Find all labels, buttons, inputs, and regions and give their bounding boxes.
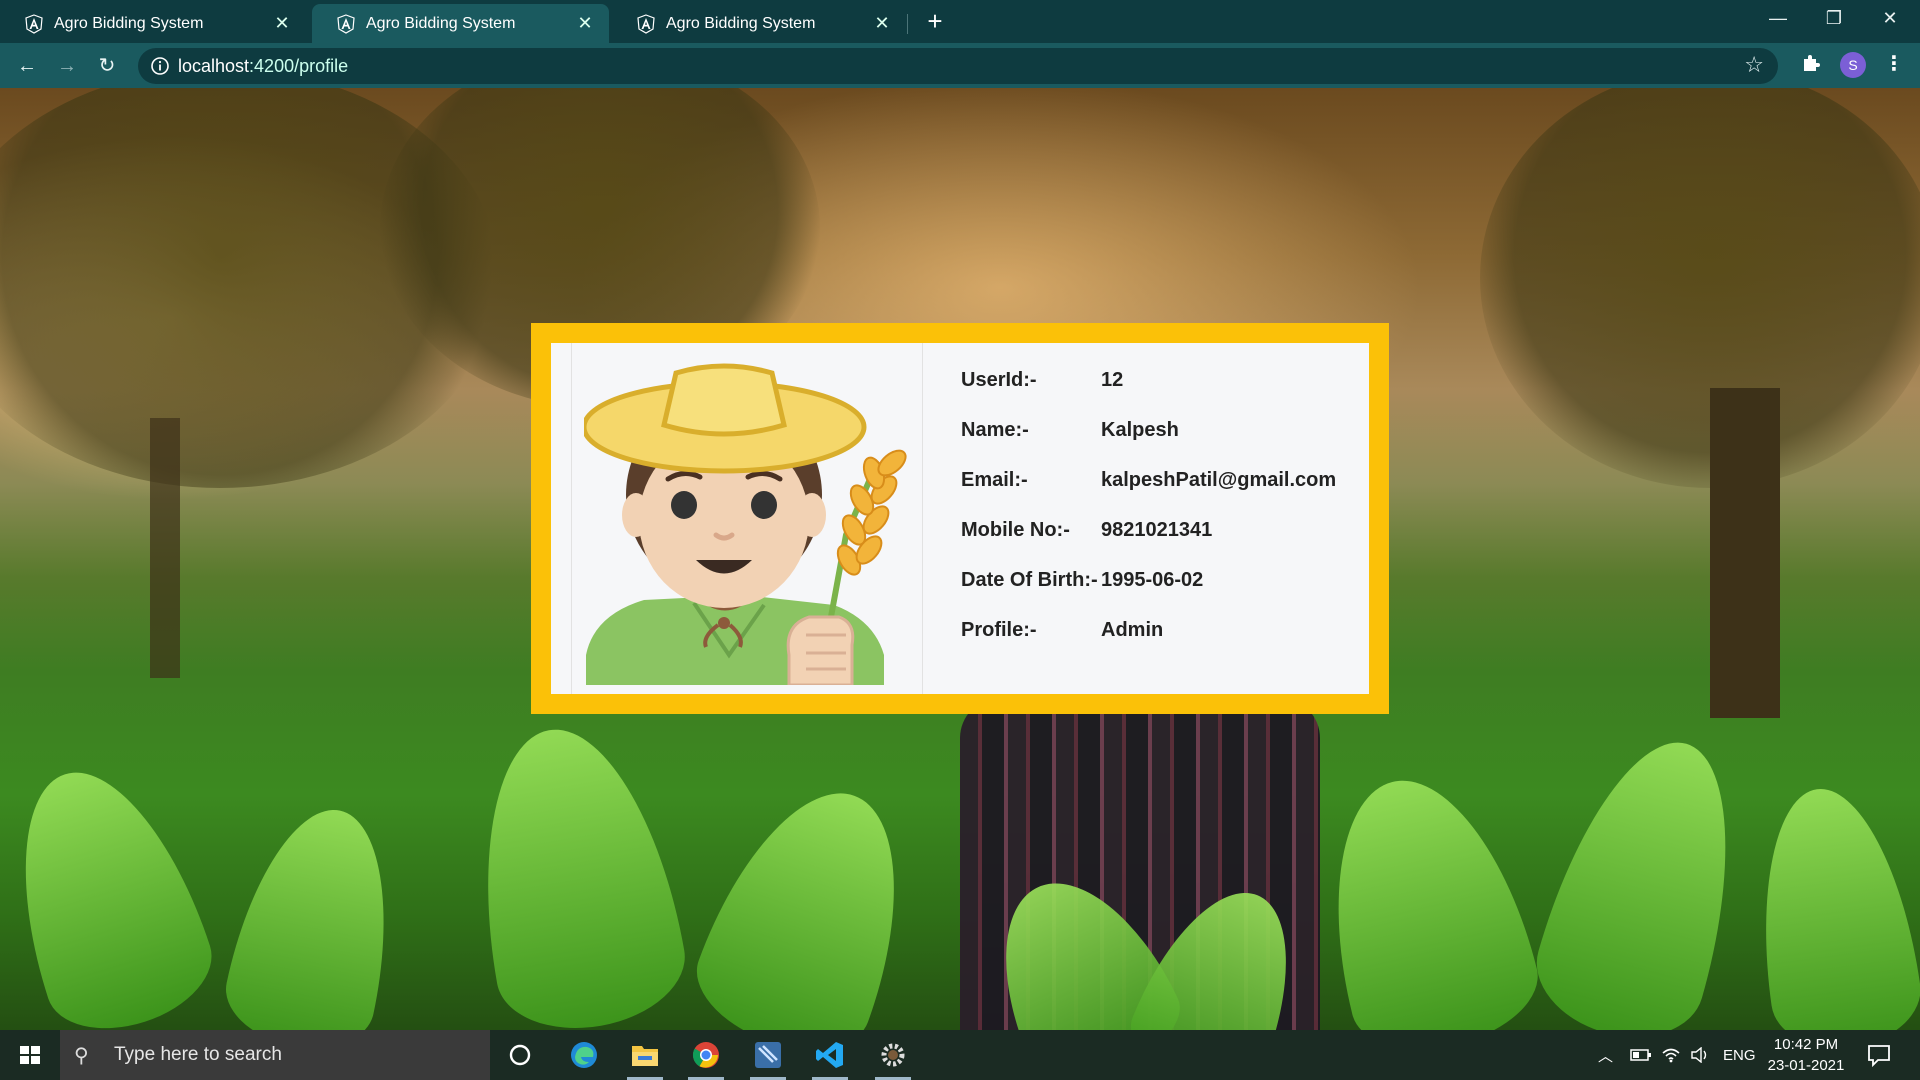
wifi-icon[interactable] [1661, 1030, 1681, 1080]
app-icon[interactable] [748, 1038, 788, 1080]
field-value: 9821021341 [1101, 518, 1213, 541]
foreground-leaf [1521, 720, 1769, 1030]
browser-tab-strip: Agro Bidding System ✕ Agro Bidding Syste… [0, 0, 1920, 43]
search-placeholder: Type here to search [114, 1044, 282, 1065]
minimize-icon[interactable]: — [1750, 0, 1806, 36]
tab-separator [907, 14, 908, 34]
restore-icon[interactable]: ❐ [1806, 0, 1862, 36]
tab-close-icon[interactable]: ✕ [575, 13, 595, 34]
tab-title: Agro Bidding System [666, 14, 816, 32]
field-label: Name:- [961, 418, 1029, 441]
profile-row-dob: Date Of Birth:- 1995-06-02 [961, 555, 1336, 605]
profile-row-email: Email:- kalpeshPatil@gmail.com [961, 455, 1336, 505]
field-label: Email:- [961, 468, 1028, 491]
field-value: 1995-06-02 [1101, 568, 1204, 591]
notification-center-icon[interactable] [1866, 1042, 1892, 1068]
window-close-icon[interactable]: ✕ [1862, 0, 1918, 36]
field-value: Admin [1101, 618, 1164, 641]
profile-details: UserId:- 12 Name:- Kalpesh Email:- kalpe… [961, 355, 1336, 655]
chrome-icon[interactable] [686, 1038, 726, 1080]
url-text: localhost:4200/profile [178, 56, 348, 77]
field-label: Mobile No:- [961, 518, 1070, 541]
file-explorer-icon[interactable] [625, 1038, 665, 1080]
taskbar-search-input[interactable]: ⚲ Type here to search [60, 1030, 490, 1080]
vscode-icon[interactable] [810, 1038, 850, 1080]
browser-tab-3[interactable]: Agro Bidding System ✕ [612, 4, 906, 43]
field-value: Kalpesh [1101, 418, 1179, 441]
foreground-leaf [680, 765, 940, 1030]
edge-icon[interactable] [564, 1038, 604, 1072]
browser-tab-2[interactable]: Agro Bidding System ✕ [312, 4, 609, 43]
back-arrow-icon[interactable]: ← [10, 49, 44, 83]
profile-row-profile: Profile:- Admin [961, 605, 1336, 655]
tray-chevron-up-icon[interactable]: ︿ [1598, 1030, 1613, 1080]
profile-card-body: UserId:- 12 Name:- Kalpesh Email:- kalpe… [551, 343, 1369, 694]
foreground-leaf [1742, 778, 1920, 1030]
tree-trunk [150, 418, 180, 678]
clock-time: 10:42 PM [1773, 1036, 1839, 1053]
url-path: :4200/profile [249, 56, 349, 76]
site-info-icon[interactable] [150, 56, 170, 76]
settings-icon[interactable] [873, 1038, 913, 1080]
profile-row-mobile: Mobile No:- 9821021341 [961, 505, 1336, 555]
field-value: 12 [1101, 368, 1124, 391]
address-bar[interactable]: localhost:4200/profile ☆ [138, 48, 1778, 84]
search-icon: ⚲ [74, 1044, 89, 1067]
background-tree-right [1480, 88, 1920, 488]
profile-avatar-panel [571, 343, 923, 694]
extensions-puzzle-icon[interactable] [1800, 52, 1822, 74]
tab-title: Agro Bidding System [366, 14, 516, 32]
profile-row-name: Name:- Kalpesh [961, 405, 1336, 455]
tab-close-icon[interactable]: ✕ [872, 13, 892, 34]
angular-favicon-icon [25, 13, 43, 34]
browser-tab-1[interactable]: Agro Bidding System ✕ [0, 4, 306, 43]
clock-date: 23-01-2021 [1767, 1057, 1845, 1074]
url-host: localhost [178, 56, 250, 76]
foreground-leaf [1300, 759, 1550, 1030]
taskbar-clock[interactable]: 10:42 PM 23-01-2021 [1756, 1034, 1856, 1076]
field-label: Date Of Birth:- [961, 568, 1098, 591]
foreground-leaf [216, 795, 414, 1030]
reload-icon[interactable]: ↻ [90, 49, 124, 83]
volume-icon[interactable] [1690, 1030, 1710, 1080]
browser-menu-icon[interactable]: ⋮ [1884, 50, 1904, 78]
windows-start-icon[interactable] [0, 1030, 60, 1080]
field-value: kalpeshPatil@gmail.com [1101, 468, 1337, 491]
new-tab-plus-icon[interactable]: + [920, 6, 950, 36]
angular-favicon-icon [337, 13, 355, 34]
cortana-icon[interactable] [500, 1038, 540, 1072]
bookmark-star-icon[interactable]: ☆ [1744, 52, 1764, 78]
field-label: UserId:- [961, 368, 1037, 391]
profile-row-userid: UserId:- 12 [961, 355, 1336, 405]
foreground-leaf [455, 713, 695, 1030]
tab-close-icon[interactable]: ✕ [272, 13, 292, 34]
tab-title: Agro Bidding System [54, 14, 204, 32]
battery-icon[interactable] [1630, 1030, 1652, 1080]
field-label: Profile:- [961, 618, 1037, 641]
profile-avatar[interactable]: S [1840, 52, 1866, 78]
angular-favicon-icon [637, 13, 655, 34]
windows-taskbar: ⚲ Type here to search ︿ ENG 10:42 PM 23-… [0, 1030, 1920, 1080]
tree-trunk [1710, 388, 1780, 718]
browser-toolbar: ← → ↻ localhost:4200/profile ☆ S ⋮ [0, 43, 1920, 88]
language-indicator[interactable]: ENG [1723, 1030, 1756, 1080]
foreground-leaf [0, 748, 227, 1030]
forward-arrow-icon[interactable]: → [50, 49, 84, 83]
profile-card: UserId:- 12 Name:- Kalpesh Email:- kalpe… [531, 323, 1389, 714]
farmer-emoji-icon [584, 363, 907, 685]
